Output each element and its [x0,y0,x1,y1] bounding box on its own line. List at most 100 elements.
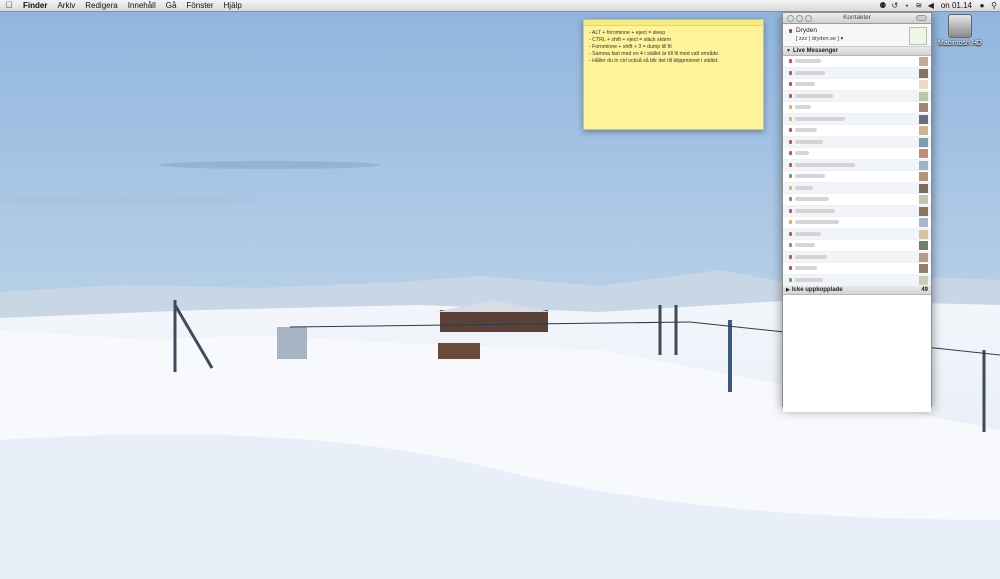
contact-avatar [919,68,928,78]
contact-avatar [919,103,928,112]
contact-avatar [919,218,928,227]
contact-status-dot [789,82,792,86]
zoom-button[interactable] [805,15,812,22]
drive-label: Macintosh HD [938,40,982,47]
contact-row[interactable] [783,171,931,183]
contact-row[interactable] [783,79,931,91]
contact-row[interactable] [783,67,931,79]
my-status-panel: Dryden [ zzz | dryden.se ] ▾ [783,24,931,47]
contact-status-dot [789,139,792,144]
menu-app-finder[interactable]: Finder [18,0,52,11]
contact-name-redacted [795,70,825,75]
toolbar-toggle-button[interactable] [916,15,927,21]
contact-avatar [919,137,928,147]
menu-innehall[interactable]: Innehåll [123,0,161,11]
contact-row[interactable] [783,228,931,240]
contact-status-dot [789,93,792,98]
contact-avatar [919,91,928,101]
contact-name-redacted [795,254,827,259]
sticky-title-bar[interactable] [584,20,763,26]
disclosure-closed-icon: ▶ [786,287,790,293]
contact-name-redacted [795,162,855,167]
contact-name-redacted [795,266,817,270]
group-header-online[interactable]: ▼ Live Messenger [783,47,931,56]
contact-status-dot [789,208,792,213]
chevron-down-icon[interactable]: ▾ [841,36,844,42]
contact-status-dot [789,277,792,282]
close-button[interactable] [787,15,794,22]
contact-row[interactable] [783,205,931,217]
contact-status-dot [789,105,792,109]
contact-status-dot [789,231,792,236]
menu-hjalp[interactable]: Hjälp [219,0,247,11]
my-avatar[interactable] [909,27,927,45]
contact-avatar [919,206,928,216]
apple-logo-icon[interactable]:  [0,0,18,11]
contact-row[interactable] [783,182,931,194]
contact-status-dot [789,116,792,121]
contact-row[interactable] [783,159,931,171]
contact-row[interactable] [783,274,931,286]
bluetooth-icon[interactable]: ⋆ [901,0,913,11]
contact-row[interactable] [783,251,931,263]
contact-avatar [919,114,928,124]
contact-name-redacted [795,139,823,144]
contact-status-dot [789,174,792,178]
contact-name-redacted [795,208,835,213]
menu-fonster[interactable]: Fönster [181,0,218,11]
contact-name-redacted [795,151,809,155]
contact-row[interactable] [783,148,931,160]
sticky-text[interactable]: - ALT + fornminne + eject = sleep - CTRL… [584,30,763,65]
contact-row[interactable] [783,90,931,102]
menu-redigera[interactable]: Redigera [80,0,122,11]
contact-row[interactable] [783,125,931,137]
contact-avatar [919,229,928,239]
my-status-dot[interactable] [789,29,792,33]
contacts-title-bar[interactable]: Kontakter [783,13,931,24]
contact-avatar [919,80,928,89]
contact-row[interactable] [783,217,931,229]
contact-name-redacted [795,185,813,190]
sticky-line: - Fornminne + shift + 3 = dump till fil [589,44,672,50]
spotlight-icon[interactable]: ⚲ [988,0,1000,11]
contact-avatar [919,183,928,193]
contact-status-dot [789,59,792,63]
contact-avatar [919,264,928,273]
volume-icon[interactable]: ◀ [925,0,937,11]
disclosure-open-icon: ▼ [786,48,791,54]
contact-row[interactable] [783,102,931,114]
user-icon[interactable]: ● [976,0,988,11]
contact-row[interactable] [783,113,931,125]
contact-name-redacted [795,59,821,63]
my-name[interactable]: Dryden [796,27,817,34]
contact-status-dot [789,220,792,224]
desktop-drive[interactable]: Macintosh HD [932,14,988,47]
contact-row[interactable] [783,136,931,148]
contact-row[interactable] [783,56,931,68]
sticky-note[interactable]: - ALT + fornminne + eject = sleep - CTRL… [583,19,764,130]
contact-row[interactable] [783,240,931,252]
sticky-line: - ALT + fornminne + eject = sleep [589,30,666,36]
hard-drive-icon [948,14,972,38]
time-machine-icon[interactable]: ↺ [889,0,901,11]
menu-ga[interactable]: Gå [161,0,182,11]
contact-avatar [919,149,928,158]
menu-extras: ⚉ ↺ ⋆ ≋ ◀ on 01.14 ● ⚲ [877,0,1000,11]
menu-arkiv[interactable]: Arkiv [52,0,80,11]
messenger-status-icon[interactable]: ⚉ [877,0,889,11]
minimize-button[interactable] [796,15,803,22]
sticky-line: - Samma fast med en 4 i stället är till … [589,51,720,57]
contact-avatar [919,172,928,181]
contact-row[interactable] [783,263,931,275]
contact-name-redacted [795,243,815,247]
contact-row[interactable] [783,194,931,206]
group-header-offline[interactable]: ▶ Icke uppkopplade 49 [783,286,931,295]
menu-clock[interactable]: on 01.14 [937,0,976,11]
my-status-message[interactable]: [ zzz | dryden.se ] ▾ [796,36,843,42]
offline-count: 49 [921,287,928,293]
contact-avatar [919,252,928,262]
contact-name-redacted [795,105,811,109]
contact-name-redacted [795,93,833,98]
wifi-icon[interactable]: ≋ [913,0,925,11]
contact-status-dot [789,254,792,259]
